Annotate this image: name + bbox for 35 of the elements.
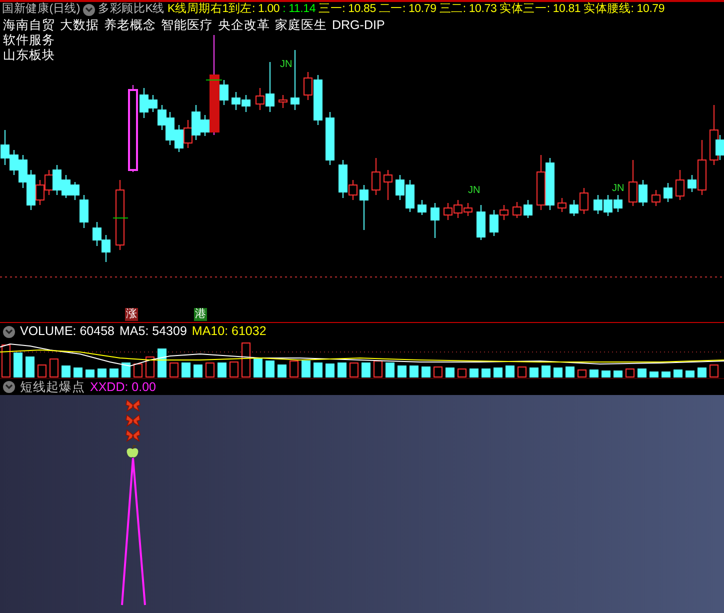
concept-tag: 海南自贸 (3, 18, 55, 33)
indicator-value: K线周期右1到左: 1.00 (168, 2, 280, 18)
indicator-value: 三二: 10.73 (439, 2, 497, 18)
dropdown-icon[interactable] (83, 4, 96, 16)
concept-tag: 智能医疗 (161, 18, 213, 33)
chart-label: JN (612, 184, 624, 194)
concept-tag: 软件服务 (3, 33, 55, 48)
butterfly-icon (125, 399, 141, 412)
stock-title: 国新健康(日线) (2, 1, 80, 18)
dropdown-icon[interactable] (3, 326, 15, 338)
indicator-value: 实体腰线: 10.79 (584, 1, 665, 18)
concept-tag: DRG-DIP (332, 18, 385, 33)
chart-label: JN (468, 186, 480, 196)
badge: 涨 (125, 308, 138, 321)
volume-value: MA5: 54309 (120, 323, 187, 340)
indicator-value: 实体三一: 10.81 (500, 1, 581, 18)
volume-value: VOLUME: 60458 (20, 323, 114, 340)
indicator-value: : 11.14 (282, 2, 316, 18)
concept-tag: 央企改革 (218, 18, 270, 33)
concept-tag: 大数据 (60, 18, 99, 33)
indicator-value: 三一: 10.85 (318, 2, 376, 18)
concept-tag: 家庭医生 (275, 18, 327, 33)
dropdown-icon[interactable] (3, 381, 15, 393)
signal-title: 短线起爆点 (20, 378, 85, 396)
butterfly-icon (125, 429, 141, 442)
chart-label: JN (280, 60, 292, 70)
badge: 港 (194, 308, 207, 321)
concept-tag: 养老概念 (104, 18, 156, 33)
butterfly-icon (125, 414, 141, 427)
volume-value: MA10: 61032 (192, 323, 266, 340)
concept-tag: 山东板块 (3, 48, 55, 63)
indicator-value: 二一: 10.79 (378, 2, 436, 18)
apple-icon (126, 445, 139, 459)
signal-value: XXDD: 0.00 (90, 378, 156, 396)
indicator-name: 多彩顾比K线 (98, 2, 165, 18)
